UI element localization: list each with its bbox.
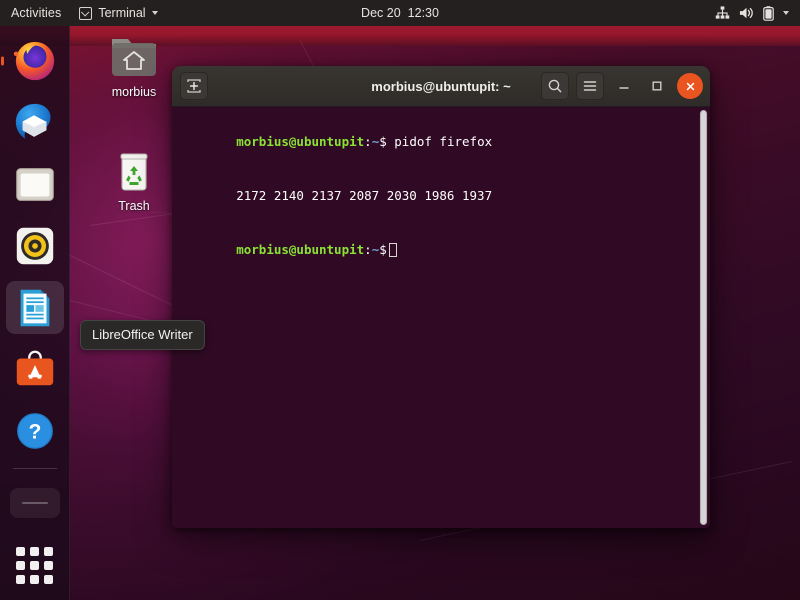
prompt-user: morbius@ubuntupit xyxy=(236,134,365,149)
desktop-icon-trash[interactable]: Trash xyxy=(86,148,182,213)
prompt-dollar: $ xyxy=(379,242,387,257)
scrollbar-thumb[interactable] xyxy=(700,110,707,525)
terminal-line: 2172 2140 2137 2087 2030 1986 1937 xyxy=(176,169,704,223)
dock: ? xyxy=(0,26,70,600)
dock-item-rhythmbox[interactable] xyxy=(6,219,64,273)
files-icon xyxy=(15,168,54,202)
app-grid-icon xyxy=(12,542,58,588)
desktop-screen: Activities Terminal Dec 20 12:30 ? morbi… xyxy=(0,0,800,600)
desktop-icon-label: Trash xyxy=(118,199,150,213)
trash-icon xyxy=(120,153,148,191)
terminal-icon xyxy=(79,6,93,20)
app-menu-terminal[interactable]: Terminal xyxy=(71,6,165,20)
clock-date: Dec 20 xyxy=(361,6,401,20)
hamburger-menu-icon xyxy=(583,81,597,91)
clock[interactable]: Dec 20 12:30 xyxy=(361,6,439,20)
terminal-line: morbius@ubuntupit:~$ pidof firefox xyxy=(176,115,704,169)
terminal-title: morbius@ubuntupit: ~ xyxy=(371,78,511,94)
terminal-titlebar: morbius@ubuntupit: ~ xyxy=(172,66,710,107)
network-icon xyxy=(715,6,730,19)
close-button[interactable] xyxy=(677,73,703,99)
svg-text:?: ? xyxy=(28,421,41,444)
running-indicator xyxy=(0,56,4,66)
ubuntu-software-icon xyxy=(16,350,53,386)
terminal-output-area[interactable]: morbius@ubuntupit:~$ pidof firefox 2172 … xyxy=(172,107,710,528)
close-icon xyxy=(686,82,694,90)
thunderbird-icon xyxy=(15,103,51,139)
dock-item-thunderbird[interactable] xyxy=(6,96,64,150)
prompt-separator: : xyxy=(364,134,372,149)
new-tab-button[interactable] xyxy=(180,72,208,100)
system-tray[interactable] xyxy=(715,5,800,21)
trash-icon xyxy=(9,488,60,519)
firefox-icon xyxy=(13,41,54,80)
help-icon: ? xyxy=(16,412,53,449)
terminal-window: morbius@ubuntupit: ~ morbius@ubuntupit:~… xyxy=(172,66,710,528)
volume-icon xyxy=(739,7,753,19)
libreoffice-writer-icon xyxy=(20,289,49,326)
terminal-line: morbius@ubuntupit:~$ xyxy=(176,223,704,277)
terminal-output: 2172 2140 2137 2087 2030 1986 1937 xyxy=(236,188,493,203)
clock-time: 12:30 xyxy=(407,6,439,20)
top-bar: Activities Terminal Dec 20 12:30 xyxy=(0,0,800,26)
search-icon xyxy=(548,79,562,93)
maximize-button[interactable] xyxy=(644,73,670,99)
titlebar-controls xyxy=(541,72,703,100)
chevron-down-icon xyxy=(151,11,158,15)
menu-button[interactable] xyxy=(576,72,604,100)
prompt-separator: : xyxy=(364,242,372,257)
new-tab-icon xyxy=(187,79,201,93)
maximize-icon xyxy=(652,81,662,91)
desktop-icon-home-folder[interactable]: morbius xyxy=(86,34,182,99)
dock-item-ubuntu-software[interactable] xyxy=(6,342,64,396)
terminal-cursor xyxy=(388,243,397,257)
dock-item-firefox[interactable] xyxy=(0,34,64,88)
minimize-button[interactable] xyxy=(611,73,637,99)
app-menu-label: Terminal xyxy=(98,6,146,20)
dock-tooltip: LibreOffice Writer xyxy=(80,320,205,350)
dock-item-trash[interactable] xyxy=(6,477,64,531)
home-folder-icon xyxy=(112,39,156,76)
prompt-user: morbius@ubuntupit xyxy=(236,242,365,257)
chevron-down-icon xyxy=(783,11,789,15)
minimize-icon xyxy=(619,87,629,89)
show-applications-button[interactable] xyxy=(6,538,64,592)
search-button[interactable] xyxy=(541,72,569,100)
dock-item-libreoffice-writer[interactable] xyxy=(5,280,64,335)
dock-separator xyxy=(12,467,57,469)
dock-item-help[interactable]: ? xyxy=(6,404,64,458)
battery-icon xyxy=(763,5,774,21)
terminal-command: pidof firefox xyxy=(394,134,493,149)
terminal-scrollbar[interactable] xyxy=(699,110,708,525)
activities-button[interactable]: Activities xyxy=(0,6,71,20)
dock-item-files[interactable] xyxy=(6,157,64,211)
rhythmbox-icon xyxy=(16,227,53,265)
desktop-icon-label: morbius xyxy=(111,85,157,99)
prompt-dollar: $ xyxy=(379,134,387,149)
